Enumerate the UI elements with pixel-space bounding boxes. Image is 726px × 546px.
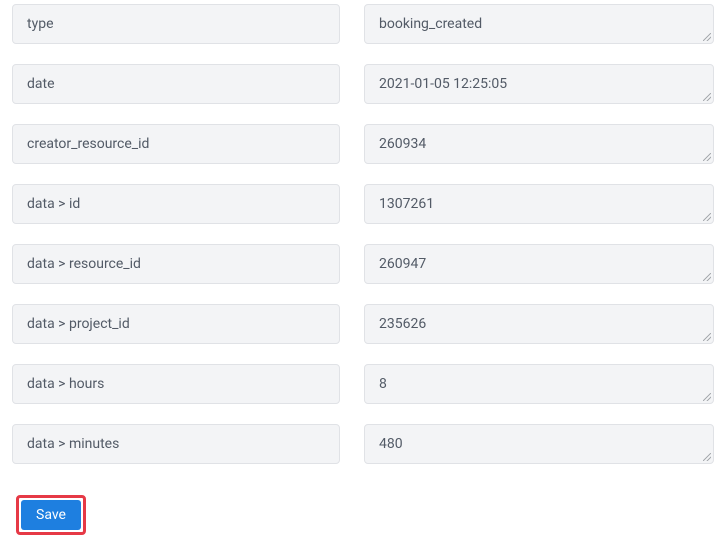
form-row-data-project-id: data > project_id 235626 bbox=[12, 304, 714, 344]
save-button[interactable]: Save bbox=[21, 500, 81, 530]
form-row-data-id: data > id 1307261 bbox=[12, 184, 714, 224]
form-row-data-resource-id: data > resource_id 260947 bbox=[12, 244, 714, 284]
field-label-data-id: data > id bbox=[12, 184, 340, 224]
save-button-highlight: Save bbox=[16, 495, 86, 535]
form-scroll-area[interactable]: type booking_created date 2021-01-05 12:… bbox=[0, 0, 726, 484]
field-value-data-minutes[interactable]: 480 bbox=[364, 424, 714, 464]
field-value-data-resource-id[interactable]: 260947 bbox=[364, 244, 714, 284]
form-row-date: date 2021-01-05 12:25:05 bbox=[12, 64, 714, 104]
field-label-data-hours: data > hours bbox=[12, 364, 340, 404]
field-value-data-project-id[interactable]: 235626 bbox=[364, 304, 714, 344]
field-label-date: date bbox=[12, 64, 340, 104]
field-label-creator-resource-id: creator_resource_id bbox=[12, 124, 340, 164]
field-label-type: type bbox=[12, 4, 340, 44]
form-row-data-hours: data > hours 8 bbox=[12, 364, 714, 404]
field-label-data-minutes: data > minutes bbox=[12, 424, 340, 464]
footer-bar: Save bbox=[0, 484, 726, 546]
field-value-date[interactable]: 2021-01-05 12:25:05 bbox=[364, 64, 714, 104]
form-row-data-minutes: data > minutes 480 bbox=[12, 424, 714, 464]
field-label-data-resource-id: data > resource_id bbox=[12, 244, 340, 284]
field-value-data-id[interactable]: 1307261 bbox=[364, 184, 714, 224]
field-value-data-hours[interactable]: 8 bbox=[364, 364, 714, 404]
field-label-data-project-id: data > project_id bbox=[12, 304, 340, 344]
field-value-creator-resource-id[interactable]: 260934 bbox=[364, 124, 714, 164]
field-value-type[interactable]: booking_created bbox=[364, 4, 714, 44]
form-content: type booking_created date 2021-01-05 12:… bbox=[12, 0, 714, 484]
form-row-type: type booking_created bbox=[12, 4, 714, 44]
form-row-creator-resource-id: creator_resource_id 260934 bbox=[12, 124, 714, 164]
